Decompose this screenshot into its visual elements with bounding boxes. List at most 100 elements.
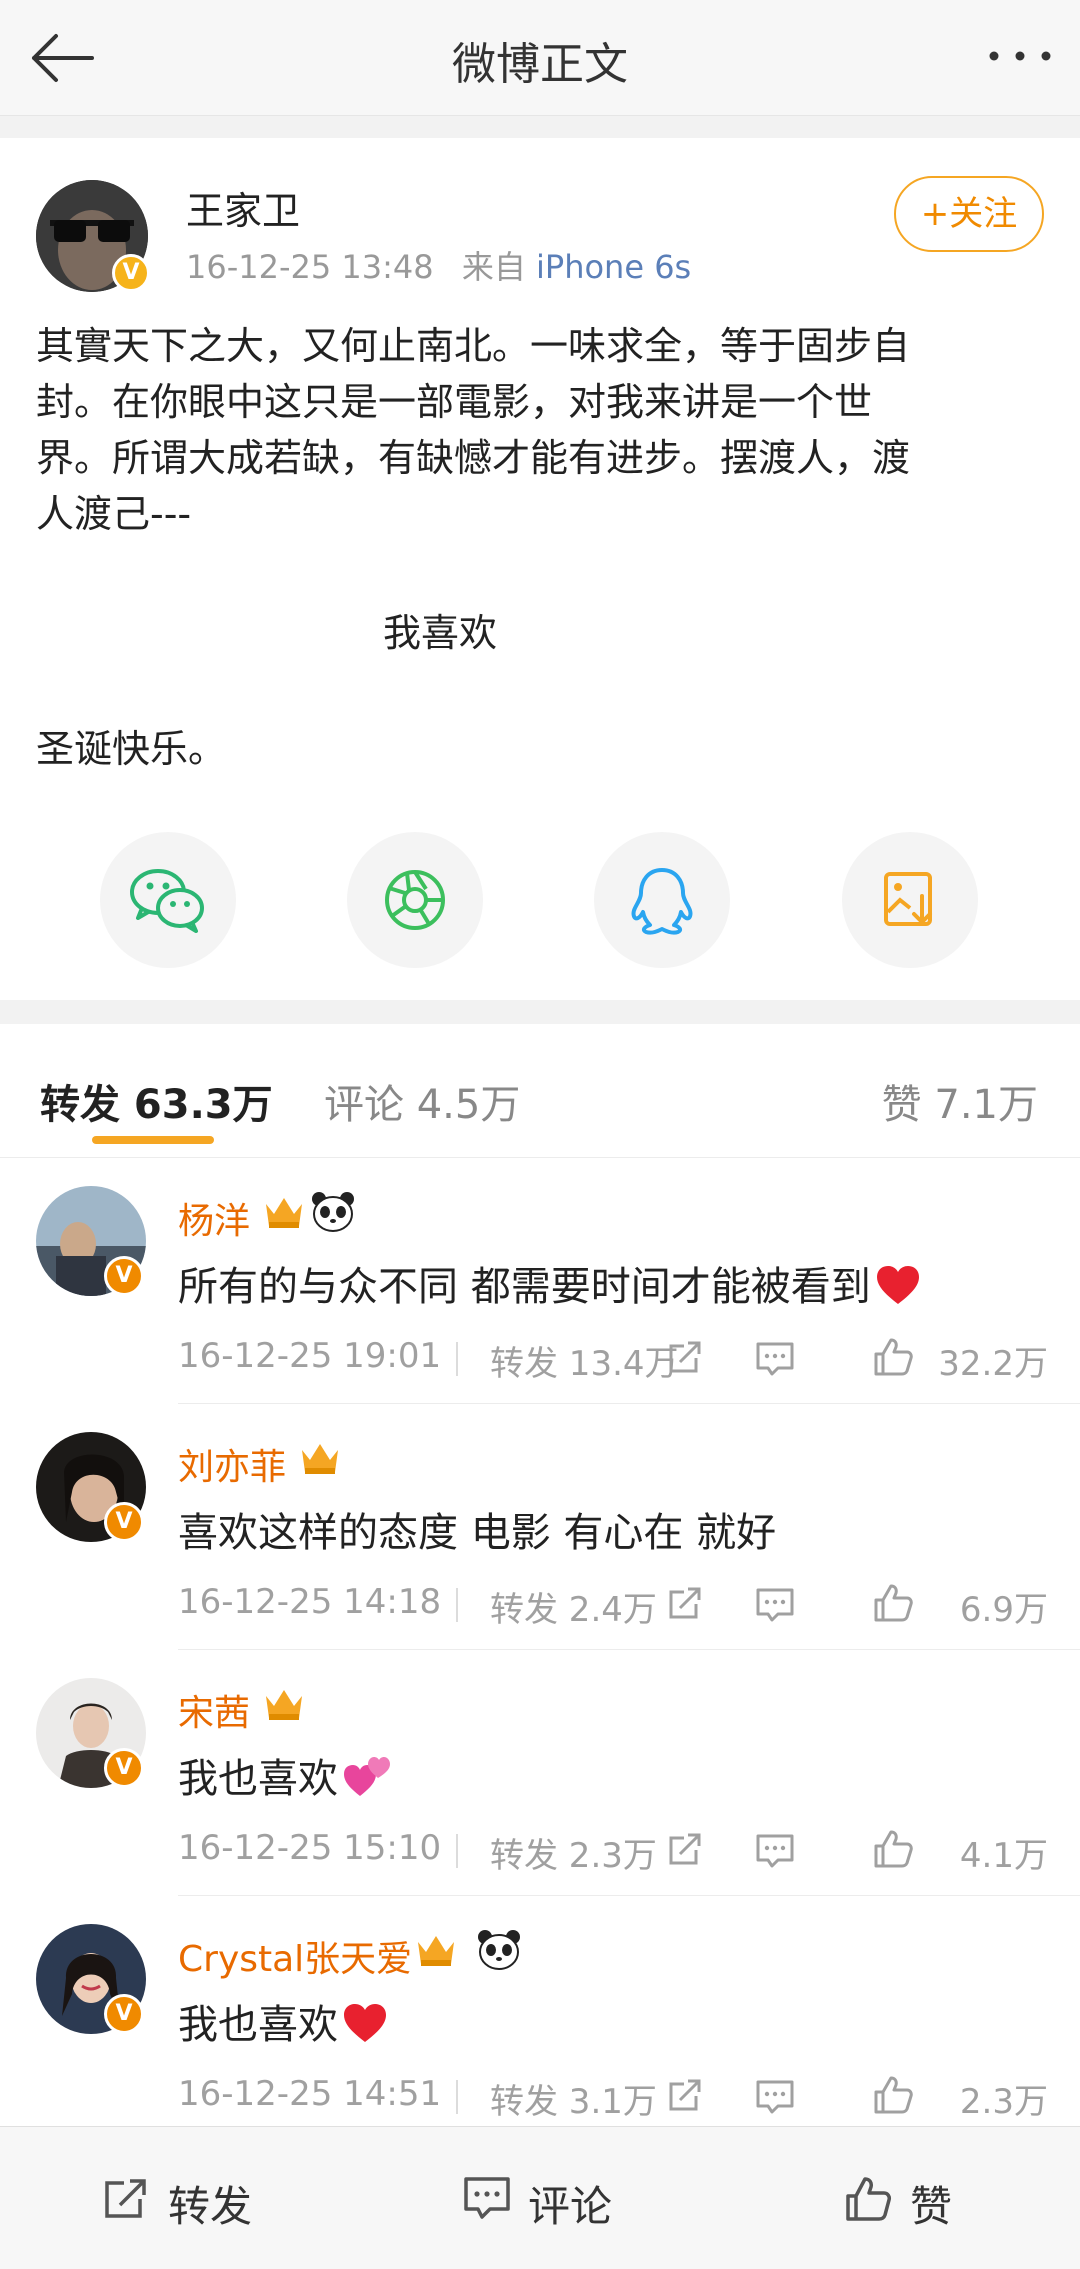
- divider: [456, 2080, 458, 2114]
- share-qq-button[interactable]: [594, 832, 730, 968]
- tab-comment[interactable]: 评论 4.5万: [324, 1072, 520, 1130]
- thumbs-up-icon: [846, 2177, 891, 2221]
- stats-tabs: 转发 63.3万 评论 4.5万 赞 7.1万: [0, 1024, 1080, 1158]
- post-line: 人渡己---: [36, 492, 192, 536]
- verified-badge: V: [112, 254, 150, 292]
- comment-like-count: 6.9万: [959, 1590, 1048, 1630]
- comment-label: 评论: [528, 2182, 613, 2231]
- share-icon[interactable]: [666, 2076, 704, 2114]
- crown-icon: [266, 1690, 302, 1720]
- follow-button[interactable]: +关注: [894, 176, 1044, 252]
- panda-icon: [478, 1930, 520, 1970]
- comment-text-body: 我也喜欢: [178, 2002, 338, 2048]
- share-icon[interactable]: [666, 1338, 704, 1376]
- comment-like-count: 4.1万: [959, 1836, 1048, 1876]
- commenter-name[interactable]: Crystal张天爱: [178, 1930, 412, 1982]
- post-source[interactable]: iPhone 6s: [536, 248, 691, 286]
- repost-label: 转发: [168, 2182, 253, 2231]
- comment-repost-count[interactable]: 转发 3.1万: [490, 2074, 657, 2123]
- more-button[interactable]: [984, 36, 1056, 76]
- thumbs-up-icon[interactable]: [872, 1336, 914, 1378]
- comment-time: 16-12-25 15:10: [178, 1828, 442, 1868]
- comment-time: 16-12-25 14:51: [178, 2074, 442, 2114]
- comment-footer: 16-12-25 14:51 转发 3.1万 2.3万: [178, 2074, 1048, 2124]
- comment-icon[interactable]: [754, 1832, 796, 1870]
- comment-icon[interactable]: [754, 2078, 796, 2116]
- comment-list: V 杨洋 所有的与众不同 都需要时间才能被看到 16-12-25 19:01 转…: [0, 1158, 1080, 2126]
- repost-button[interactable]: 转发: [102, 2173, 302, 2231]
- divider: [456, 1342, 458, 1376]
- verified-badge: V: [104, 1502, 144, 1542]
- comment-time: 16-12-25 19:01: [178, 1336, 442, 1376]
- post-line: 封。在你眼中这只是一部電影，对我来讲是一个世: [36, 380, 873, 424]
- comment-text-body: 所有的与众不同 都需要时间才能被看到: [178, 1264, 871, 1310]
- crown-icon: [302, 1444, 338, 1474]
- post-line: 其實天下之大，又何止南北。一味求全，等于固步自: [36, 324, 911, 368]
- comment-text: 我也喜欢: [178, 1992, 388, 2050]
- top-bar: 微博正文: [0, 0, 1080, 116]
- share-icon: [105, 2179, 146, 2218]
- page-title: 微博正文: [452, 39, 628, 90]
- comment-icon[interactable]: [754, 1340, 796, 1378]
- divider: [456, 1588, 458, 1622]
- like-label: 赞: [910, 2182, 953, 2231]
- post-center-line: 我喜欢: [382, 611, 497, 655]
- post-body: 其實天下之大，又何止南北。一味求全，等于固步自 封。在你眼中这只是一部電影，对我…: [36, 318, 1046, 542]
- comment-repost-count[interactable]: 转发 2.4万: [490, 1582, 657, 1631]
- comment-text: 所有的与众不同 都需要时间才能被看到: [178, 1254, 921, 1312]
- post-time: 16-12-25 13:48: [186, 248, 434, 286]
- comment-like-count: 2.3万: [959, 2082, 1048, 2122]
- commenter-name[interactable]: 杨洋: [178, 1192, 250, 1244]
- comment-text: 我也喜欢: [178, 1746, 392, 1804]
- tab-like[interactable]: 赞 7.1万: [882, 1072, 1038, 1130]
- active-tab-indicator: [92, 1136, 214, 1144]
- share-icon[interactable]: [666, 1584, 704, 1622]
- crown-icon: [418, 1936, 454, 1966]
- list-item[interactable]: V 杨洋 所有的与众不同 都需要时间才能被看到 16-12-25 19:01 转…: [0, 1158, 1080, 1404]
- bottom-action-bar: 转发 评论 赞: [0, 2126, 1080, 2269]
- divider: [456, 1834, 458, 1868]
- comment-footer: 16-12-25 15:10 转发 2.3万 4.1万: [178, 1828, 1048, 1878]
- wechat-icon: [130, 869, 204, 933]
- heart-icon: [876, 1266, 919, 1304]
- comment-repost-count[interactable]: 转发 13.4万: [490, 1336, 679, 1385]
- heart-icon: [344, 2004, 386, 2042]
- tab-repost[interactable]: 转发 63.3万: [40, 1072, 273, 1130]
- verified-badge: V: [104, 1748, 144, 1788]
- post-card: V 王家卫 16-12-25 13:48 来自 iPhone 6s +关注 其實…: [0, 138, 1080, 1000]
- share-icon[interactable]: [666, 1830, 704, 1868]
- comment-footer: 16-12-25 14:18 转发 2.4万 6.9万: [178, 1582, 1048, 1632]
- qq-icon: [631, 868, 693, 935]
- comment-icon[interactable]: [754, 1586, 796, 1624]
- comment-time: 16-12-25 14:18: [178, 1582, 442, 1622]
- post-meta: 16-12-25 13:48 来自 iPhone 6s: [186, 242, 691, 288]
- like-button[interactable]: 赞: [844, 2173, 984, 2231]
- comment-text: 喜欢这样的态度 电影 有心在 就好: [178, 1500, 776, 1558]
- share-moments-button[interactable]: [347, 832, 483, 968]
- author-name[interactable]: 王家卫: [186, 180, 300, 235]
- source-prefix: 来自: [461, 248, 526, 286]
- post-closing-line: 圣诞快乐。: [36, 727, 227, 771]
- thumbs-up-icon[interactable]: [872, 1828, 914, 1870]
- save-image-icon: [884, 872, 932, 926]
- post-line: 界。所谓大成若缺，有缺憾才能有进步。摆渡人，渡: [36, 436, 911, 480]
- two-hearts-icon: [344, 1757, 390, 1796]
- commenter-name[interactable]: 宋茜: [178, 1684, 250, 1736]
- commenter-name[interactable]: 刘亦菲: [178, 1438, 286, 1490]
- panda-icon: [312, 1192, 354, 1232]
- comment-button[interactable]: 评论: [462, 2173, 662, 2231]
- more-dots-icon: [989, 51, 1051, 61]
- verified-badge: V: [104, 1256, 144, 1296]
- comment-repost-count[interactable]: 转发 2.3万: [490, 1828, 657, 1877]
- thumbs-up-icon[interactable]: [872, 1582, 914, 1624]
- list-item[interactable]: V Crystal张天爱 我也喜欢 16-12-25 14:51 转发 3.1万…: [0, 1896, 1080, 2142]
- list-item[interactable]: V 刘亦菲 喜欢这样的态度 电影 有心在 就好 16-12-25 14:18 转…: [0, 1404, 1080, 1650]
- thumbs-up-icon[interactable]: [872, 2074, 914, 2116]
- verified-badge: V: [104, 1994, 144, 2034]
- comment-text-body: 喜欢这样的态度 电影 有心在 就好: [178, 1510, 777, 1556]
- share-wechat-button[interactable]: [100, 832, 236, 968]
- save-image-button[interactable]: [842, 832, 978, 968]
- crown-icon: [266, 1198, 302, 1228]
- comment-like-count: 32.2万: [938, 1344, 1048, 1384]
- list-item[interactable]: V 宋茜 我也喜欢 16-12-25 15:10 转发 2.3万 4.1万: [0, 1650, 1080, 1896]
